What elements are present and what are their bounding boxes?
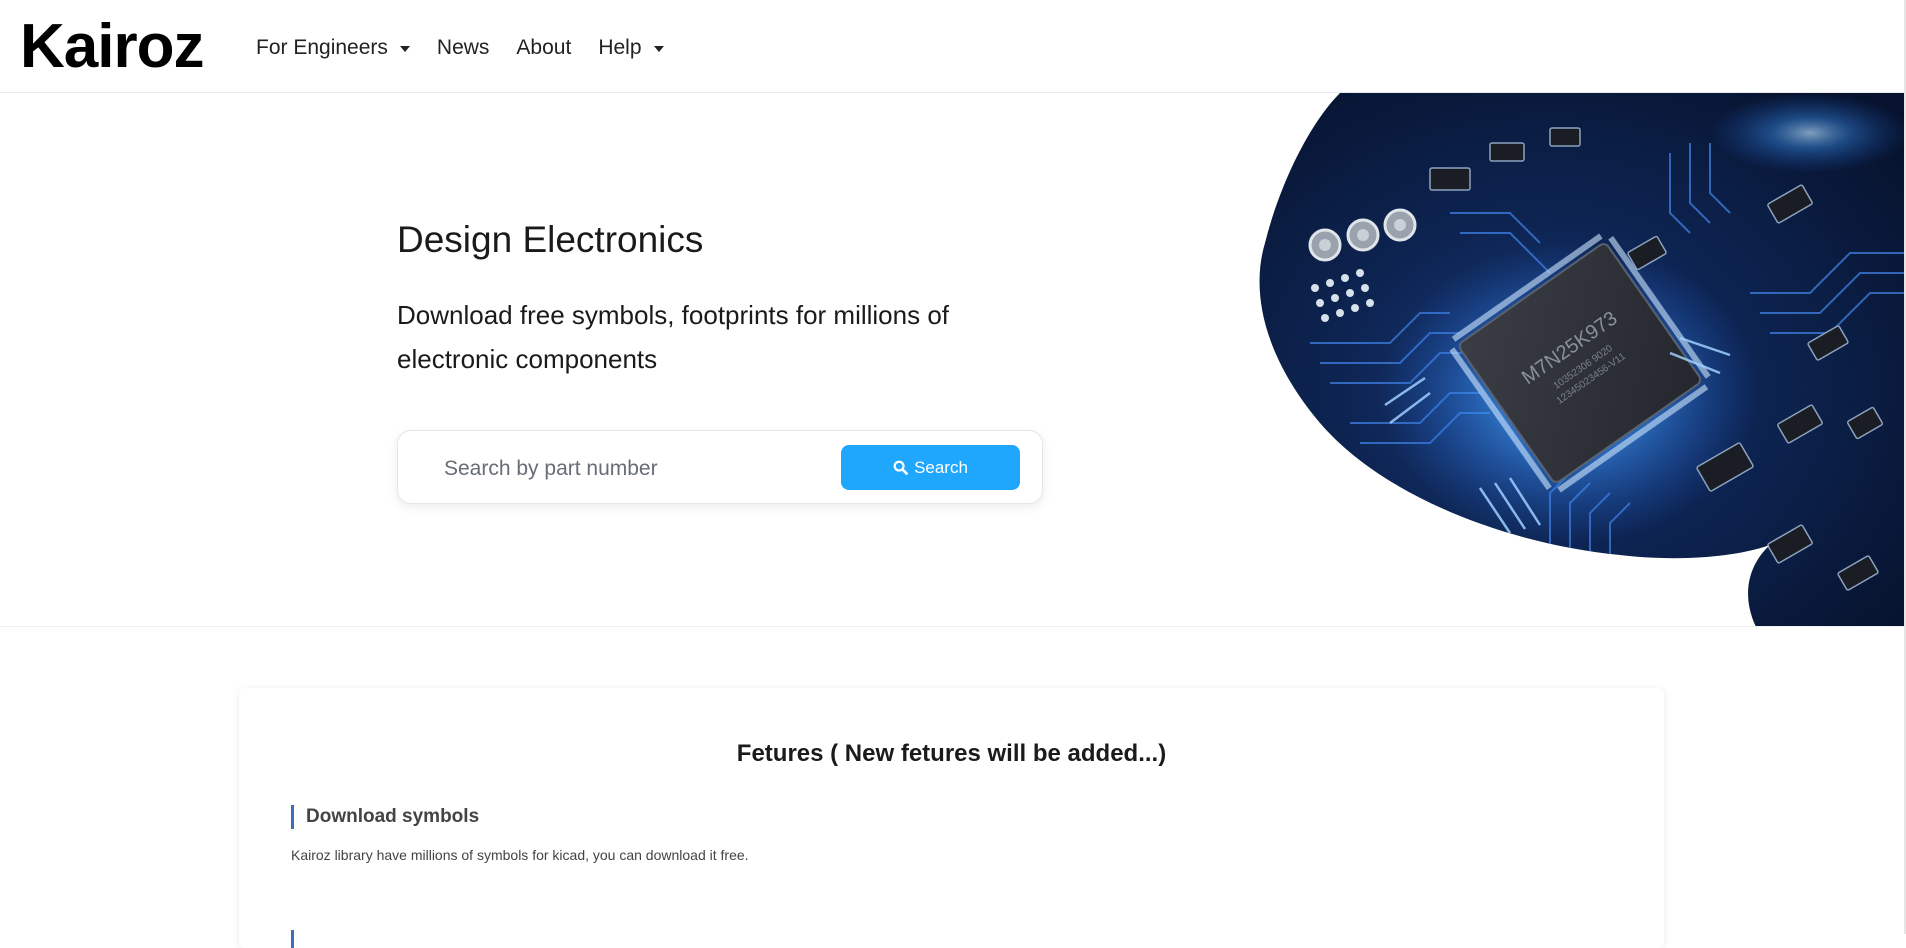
caret-down-icon	[399, 46, 410, 52]
feature-item: Download symbols Kairoz library have mil…	[291, 805, 749, 863]
nav-label: News	[436, 36, 490, 59]
search-input[interactable]	[442, 449, 816, 489]
nav-item-for-engineers[interactable]: For Engineers	[256, 34, 410, 62]
hero-subtitle: Download free symbols, footprints for mi…	[397, 300, 950, 374]
nav-label: Help	[598, 36, 642, 59]
nav-label: About	[516, 36, 572, 59]
site-header: Kairoz For Engineers News About Help	[0, 0, 1906, 93]
search-bar: Search	[397, 430, 1043, 504]
search-button-label: Search	[914, 457, 968, 477]
search-button[interactable]: Search	[841, 445, 1020, 490]
features-card: Fetures ( New fetures will be added...) …	[239, 688, 1664, 948]
nav-label: For Engineers	[256, 36, 388, 59]
hero-title: Design Electronics	[397, 219, 704, 260]
search-icon	[893, 460, 908, 475]
nav-item-news[interactable]: News	[437, 34, 490, 62]
feature-heading: Download symbols	[291, 805, 749, 829]
feature-accent-bar	[291, 930, 294, 948]
main-nav: For Engineers News About Help	[256, 34, 691, 62]
feature-description: Kairoz library have millions of symbols …	[291, 847, 749, 863]
nav-item-about[interactable]: About	[516, 34, 571, 62]
features-title: Fetures ( New fetures will be added...)	[736, 740, 1167, 767]
kairoz-logo[interactable]: Kairoz	[20, 12, 204, 82]
nav-item-help[interactable]: Help	[598, 34, 664, 62]
caret-down-icon	[653, 46, 664, 52]
hero-section: Design Electronics Download free symbols…	[0, 93, 1906, 627]
circuit-board-image: M7N25K973 10352306 9020 12345023456-V11	[1259, 93, 1906, 626]
